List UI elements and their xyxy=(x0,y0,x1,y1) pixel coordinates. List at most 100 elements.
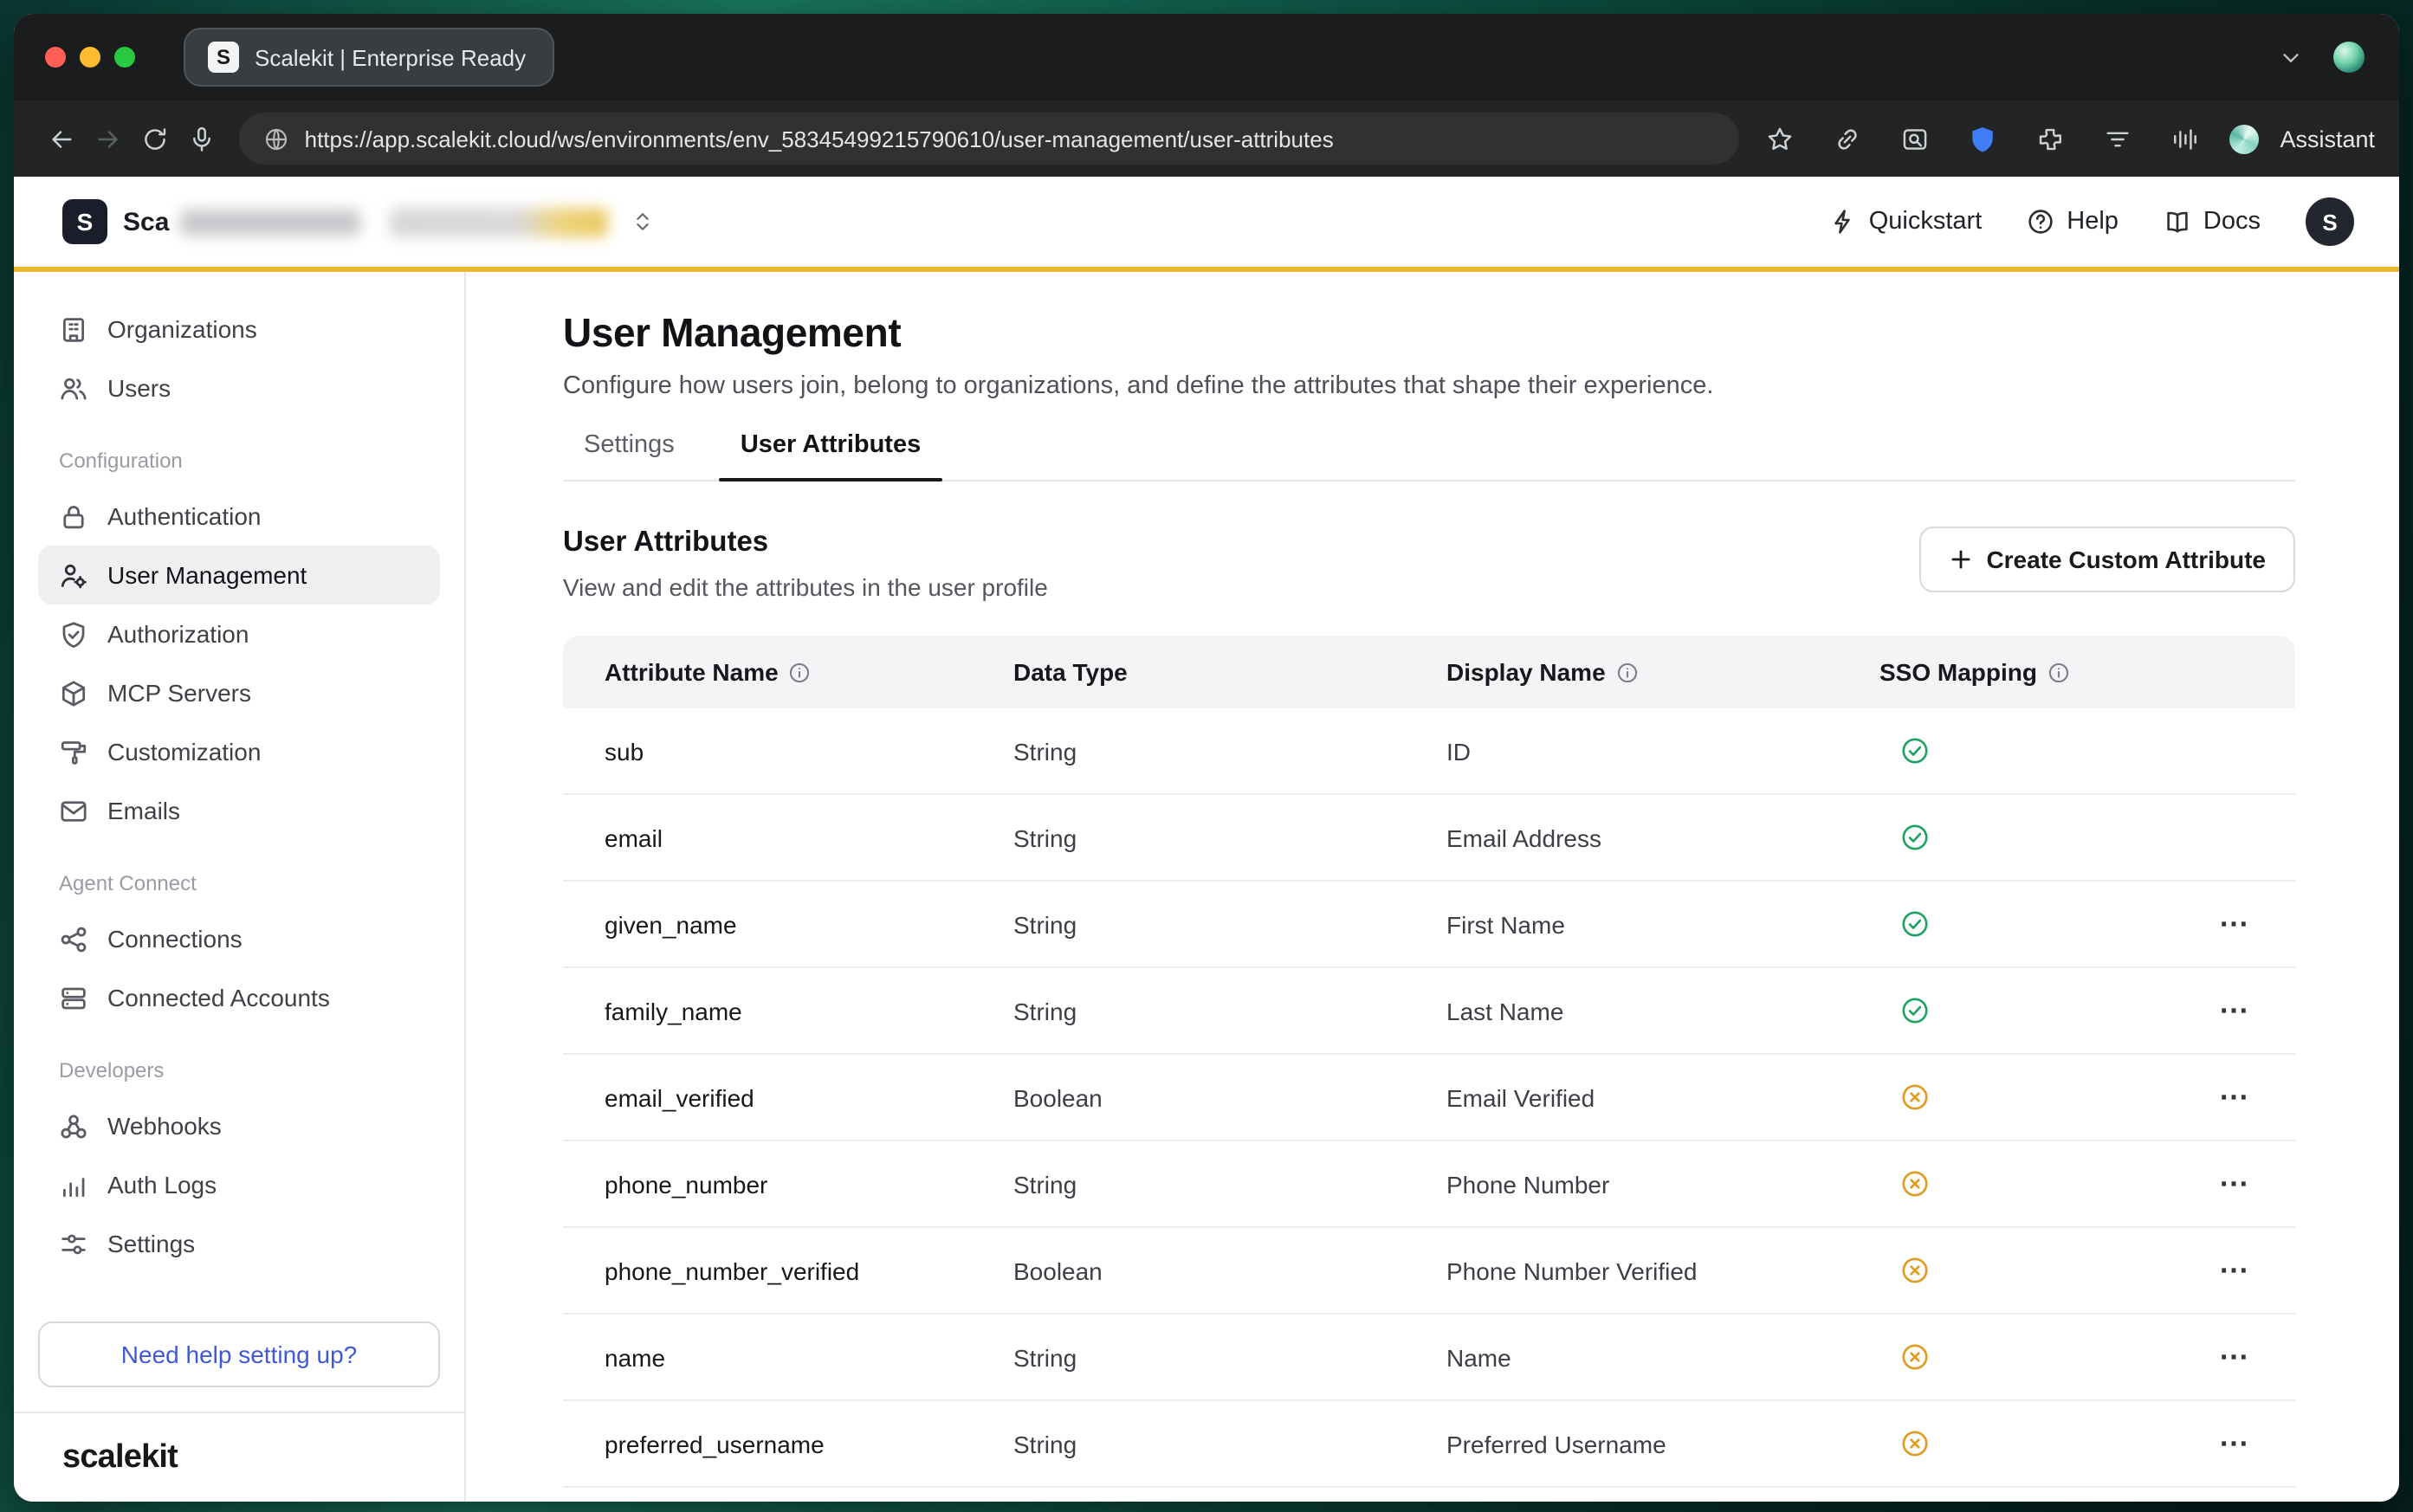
sidebar-item-authentication[interactable]: Authentication xyxy=(38,487,440,546)
sidebar-item-label: Settings xyxy=(107,1230,195,1257)
circle-x-icon xyxy=(1900,1169,1930,1199)
circle-check-icon xyxy=(1900,909,1930,939)
row-menu-button[interactable]: ⋯ xyxy=(2209,1071,2261,1123)
extensions-puzzle-icon[interactable] xyxy=(2027,115,2073,162)
sidebar-item-authorization[interactable]: Authorization xyxy=(38,604,440,663)
assistant-label[interactable]: Assistant xyxy=(2280,126,2375,152)
shield-extension-icon[interactable] xyxy=(1959,115,2006,162)
display-name-cell: Last Name xyxy=(1446,997,1879,1024)
sidebar-item-label: Customization xyxy=(107,738,261,766)
table-row: email_verified Boolean Email Verified ⋯ xyxy=(563,1055,2295,1141)
tab-search-chevron-icon[interactable] xyxy=(2278,44,2304,70)
sidebar-groups: OrganizationsUsersConfigurationAuthentic… xyxy=(14,300,464,1321)
browser-window: S Scalekit | Enterprise Ready A xyxy=(14,14,2399,1502)
table-row: preferred_username String Preferred User… xyxy=(563,1401,2295,1488)
info-icon[interactable] xyxy=(1616,661,1639,683)
sidebar-item-users[interactable]: Users xyxy=(38,359,440,417)
user-avatar[interactable]: S xyxy=(2306,197,2354,246)
zoom-window-button[interactable] xyxy=(114,47,135,68)
circle-x-icon xyxy=(1900,1342,1930,1372)
quickstart-button[interactable]: Quickstart xyxy=(1829,208,1983,236)
browser-tab[interactable]: S Scalekit | Enterprise Ready A xyxy=(184,28,554,87)
copy-link-icon[interactable] xyxy=(1824,115,1871,162)
display-name-cell: Name xyxy=(1446,1343,1879,1371)
display-name-cell: Preferred Username xyxy=(1446,1430,1879,1457)
circle-check-icon xyxy=(1900,736,1930,766)
table-header-row: Attribute NameData TypeDisplay NameSSO M… xyxy=(563,636,2295,708)
data-type-cell: String xyxy=(1013,824,1446,851)
sidebar-section-agent-connect: Agent Connect xyxy=(14,840,464,909)
tab-user-attributes[interactable]: User Attributes xyxy=(720,431,941,480)
nodes-icon xyxy=(59,924,88,953)
create-custom-attribute-button[interactable]: Create Custom Attribute xyxy=(1918,527,2295,592)
forward-button[interactable] xyxy=(85,115,132,162)
scalekit-logo: S xyxy=(62,199,107,244)
address-bar[interactable]: https://app.scalekit.cloud/ws/environmen… xyxy=(239,113,1740,165)
sidebar-item-webhooks[interactable]: Webhooks xyxy=(38,1096,440,1155)
plus-icon xyxy=(1948,547,1972,572)
attribute-name-cell: family_name xyxy=(563,997,1013,1024)
column-header-attribute-name: Attribute Name xyxy=(563,658,1013,686)
workspace-switcher[interactable]: S Sca xyxy=(62,199,654,244)
docs-button[interactable]: Docs xyxy=(2164,208,2261,236)
info-icon[interactable] xyxy=(789,661,812,683)
row-menu-button[interactable]: ⋯ xyxy=(2209,985,2261,1037)
webhook-icon xyxy=(59,1111,88,1140)
need-help-button[interactable]: Need help setting up? xyxy=(38,1321,440,1387)
back-button[interactable] xyxy=(38,115,85,162)
workspace-name: Sca xyxy=(123,207,169,236)
info-icon[interactable] xyxy=(2047,661,2070,683)
sso-mapping-cell xyxy=(1879,823,2139,852)
help-button[interactable]: Help xyxy=(2027,208,2119,236)
reload-button[interactable] xyxy=(132,115,178,162)
page-subtitle: Configure how users join, belong to orga… xyxy=(563,372,2295,400)
sso-mapping-cell xyxy=(1879,736,2139,766)
sidebar-item-label: Organizations xyxy=(107,315,257,343)
find-in-page-icon[interactable] xyxy=(1892,115,1938,162)
minimize-window-button[interactable] xyxy=(80,47,100,68)
sidebar-item-emails[interactable]: Emails xyxy=(38,781,440,840)
sidebar-section-developers: Developers xyxy=(14,1027,464,1096)
sliders-icon xyxy=(59,1229,88,1258)
table-row: email String Email Address xyxy=(563,795,2295,882)
attribute-name-cell: email xyxy=(563,824,1013,851)
sidebar-item-label: Auth Logs xyxy=(107,1171,217,1199)
sidebar-item-label: Authentication xyxy=(107,502,261,530)
sidebar-item-connections[interactable]: Connections xyxy=(38,909,440,968)
sidebar-item-organizations[interactable]: Organizations xyxy=(38,300,440,359)
browser-toolbar: https://app.scalekit.cloud/ws/environmen… xyxy=(14,100,2399,177)
browser-profile-icon[interactable] xyxy=(2333,42,2364,73)
bookmark-star-icon[interactable] xyxy=(1756,115,1803,162)
sidebar-item-settings[interactable]: Settings xyxy=(38,1214,440,1273)
microphone-button[interactable] xyxy=(178,115,225,162)
table-row: name String Name ⋯ xyxy=(563,1315,2295,1401)
sidebar-item-label: Webhooks xyxy=(107,1112,222,1140)
sidebar-item-user-management[interactable]: User Management xyxy=(38,546,440,604)
tab-title: Scalekit | Enterprise Ready A xyxy=(255,44,528,70)
table-row: phone_number String Phone Number ⋯ xyxy=(563,1141,2295,1228)
assistant-logo-icon[interactable] xyxy=(2229,124,2259,153)
lock-icon xyxy=(59,501,88,531)
data-type-cell: Boolean xyxy=(1013,1083,1446,1111)
filter-list-icon[interactable] xyxy=(2094,115,2141,162)
row-menu-button[interactable]: ⋯ xyxy=(2209,1418,2261,1470)
redacted-environment-badge xyxy=(389,207,607,236)
browser-tabstrip: S Scalekit | Enterprise Ready A xyxy=(14,14,2399,100)
sidebar-item-customization[interactable]: Customization xyxy=(38,722,440,781)
waveform-icon[interactable] xyxy=(2162,115,2209,162)
row-menu-button[interactable]: ⋯ xyxy=(2209,1244,2261,1296)
close-window-button[interactable] xyxy=(45,47,66,68)
attribute-name-cell: sub xyxy=(563,737,1013,765)
sso-mapping-cell xyxy=(1879,1429,2139,1458)
sidebar-item-connected-accounts[interactable]: Connected Accounts xyxy=(38,968,440,1027)
sidebar-item-auth-logs[interactable]: Auth Logs xyxy=(38,1155,440,1214)
column-header-data-type: Data Type xyxy=(1013,658,1446,686)
tab-settings[interactable]: Settings xyxy=(563,431,695,480)
row-menu-button[interactable]: ⋯ xyxy=(2209,1331,2261,1383)
chevron-up-down-icon xyxy=(630,210,654,234)
display-name-cell: Phone Number xyxy=(1446,1170,1879,1198)
row-menu-button[interactable]: ⋯ xyxy=(2209,1158,2261,1210)
sidebar-item-mcp-servers[interactable]: MCP Servers xyxy=(38,663,440,722)
row-menu-button[interactable]: ⋯ xyxy=(2209,898,2261,950)
building-icon xyxy=(59,314,88,344)
